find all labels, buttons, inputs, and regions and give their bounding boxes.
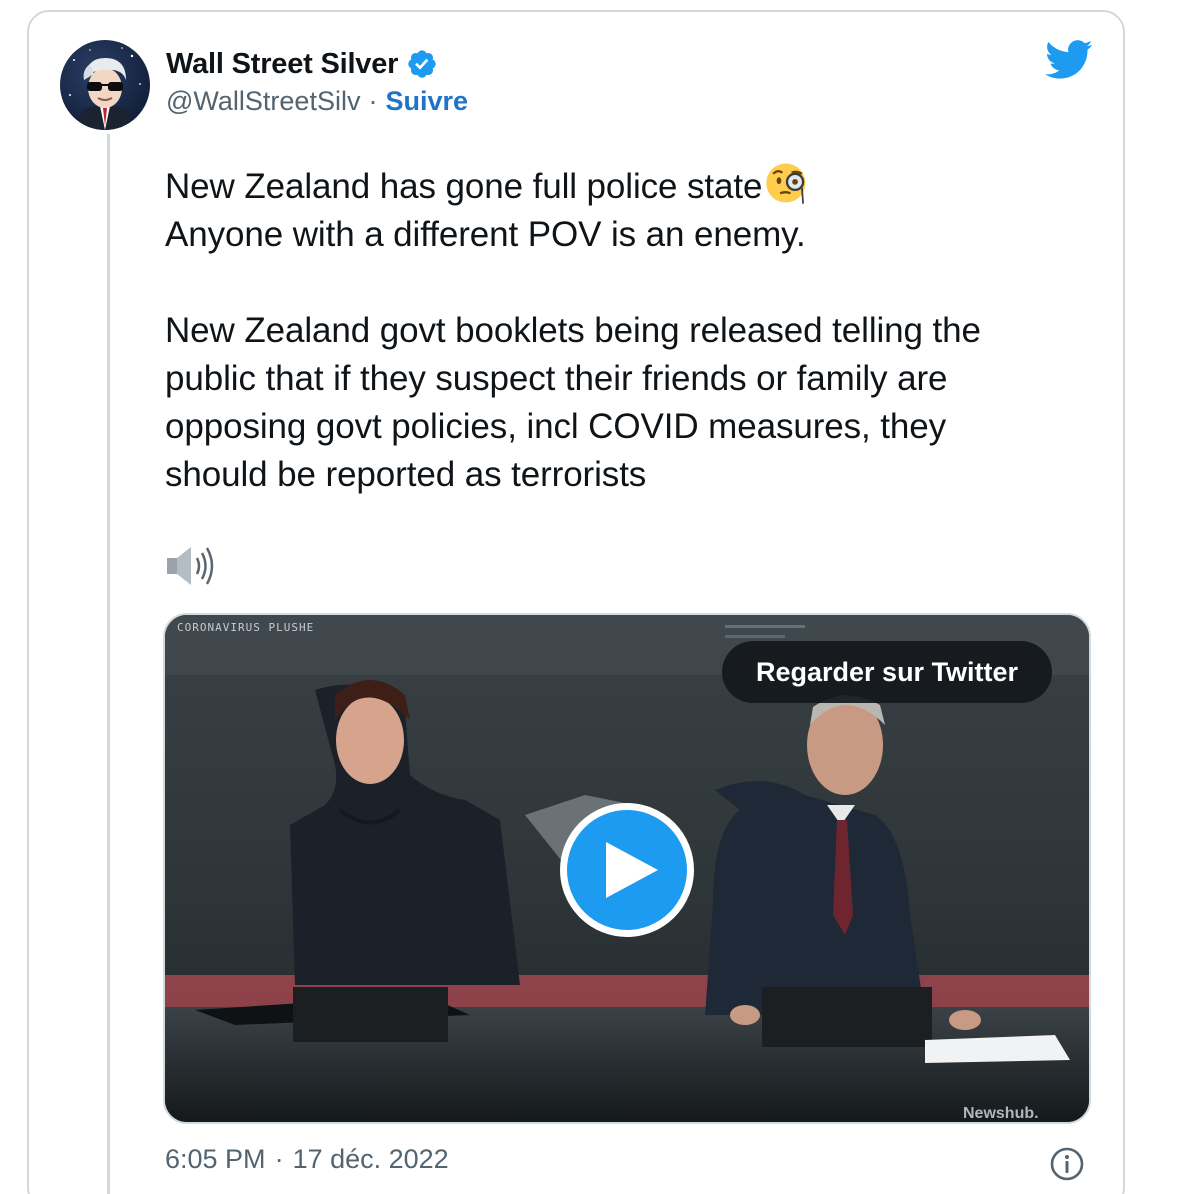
twitter-bird-icon[interactable]	[1045, 38, 1093, 82]
tweet-line: opposing govt policies, incl COVID measu…	[165, 407, 947, 446]
follow-button[interactable]: Suivre	[385, 86, 468, 117]
handle[interactable]: @WallStreetSilv	[166, 86, 360, 117]
info-icon[interactable]	[1049, 1146, 1085, 1182]
verified-badge-icon	[408, 50, 436, 78]
watch-on-twitter-button[interactable]: Regarder sur Twitter	[722, 641, 1053, 703]
tweet-time[interactable]: 6:05 PM	[165, 1144, 266, 1175]
tweet-line: public that if they suspect their friend…	[165, 359, 948, 398]
separator: ·	[274, 1144, 284, 1174]
video-player[interactable]: CORONAVIRUS PLUSHE Regarder sur Twitter …	[163, 613, 1091, 1124]
face-with-monocle-icon	[766, 163, 806, 204]
tweet-line: New Zealand govt booklets being released…	[165, 311, 981, 350]
display-name[interactable]: Wall Street Silver	[166, 48, 398, 81]
tweet-line: should be reported as terrorists	[165, 455, 647, 494]
thread-line	[107, 134, 110, 1194]
speaker-icon	[167, 547, 214, 585]
play-button[interactable]	[560, 803, 694, 937]
tweet-footer: 6:05 PM · 17 déc. 2022	[165, 1144, 449, 1175]
avatar[interactable]	[60, 40, 150, 130]
separator: ·	[368, 86, 378, 116]
tweet-date[interactable]: 17 déc. 2022	[293, 1144, 449, 1175]
channel-watermark: Newshub.	[963, 1105, 1039, 1122]
tweet-text: New Zealand has gone full police state A…	[165, 160, 1095, 499]
play-icon	[606, 842, 658, 898]
channel-tag: CORONAVIRUS PLUSHE	[177, 621, 315, 634]
tweet-line: New Zealand has gone full police state	[165, 160, 1095, 211]
author-block: Wall Street Silver @WallStreetSilv · Sui…	[166, 46, 468, 117]
tweet-line: Anyone with a different POV is an enemy.	[165, 215, 806, 254]
